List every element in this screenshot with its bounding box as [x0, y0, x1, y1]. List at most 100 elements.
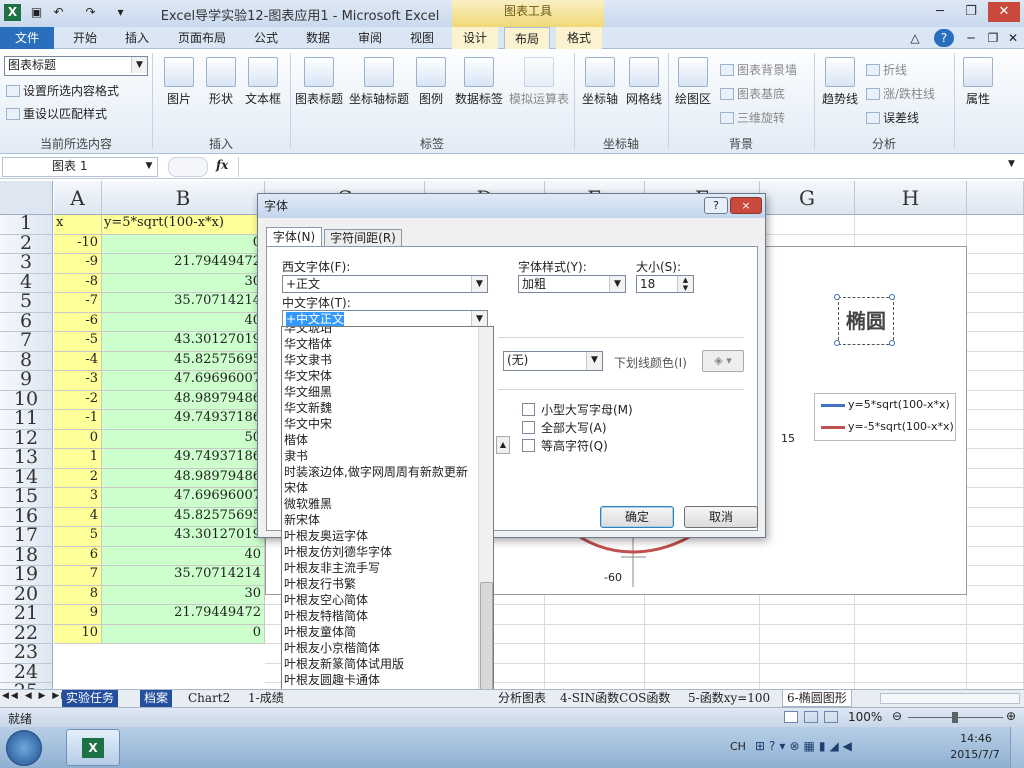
cell[interactable] [967, 293, 1024, 313]
normal-view-icon[interactable] [784, 711, 798, 723]
clock-time[interactable]: 14:46 [952, 732, 1000, 745]
font-list-item[interactable]: 时装滚边体,做字网周周有新款更新 [284, 464, 468, 480]
cell[interactable] [967, 585, 1024, 605]
cell[interactable] [967, 624, 1024, 644]
font-list-item[interactable]: 华文隶书 [284, 352, 332, 368]
small-caps-checkbox[interactable] [522, 403, 535, 416]
trendline-button[interactable]: 趋势线 [818, 57, 862, 107]
cell-b20[interactable]: 30 [102, 585, 265, 605]
zoom-in-icon[interactable]: ⊕ [1006, 709, 1016, 723]
cell[interactable] [545, 624, 645, 644]
cell-b21[interactable]: 21.79449472 [102, 605, 265, 625]
row-header-21[interactable]: 21 [0, 605, 53, 625]
cell-a17[interactable]: 5 [54, 527, 102, 547]
taskbar-excel-button[interactable]: X [66, 729, 120, 766]
font-list-item[interactable]: 楷体 [284, 432, 308, 448]
row-header-6[interactable]: 6 [0, 312, 53, 332]
cell[interactable] [967, 429, 1024, 449]
row-header-13[interactable]: 13 [0, 449, 53, 469]
properties-button[interactable]: 属性 [958, 57, 998, 107]
tab-review[interactable]: 审阅 [348, 27, 392, 49]
cell-b10[interactable]: 48.98979486 [102, 390, 265, 410]
data-labels-button[interactable]: 数据标签 [452, 57, 506, 107]
spinner-arrows-icon[interactable]: ▲ ▼ [677, 276, 693, 292]
cell-b11[interactable]: 49.74937186 [102, 410, 265, 430]
cell-a18[interactable]: 6 [54, 546, 102, 566]
start-button-icon[interactable] [6, 730, 42, 766]
font-list-item[interactable]: 叶根友仿刘德华字体 [284, 544, 392, 560]
cell[interactable] [645, 644, 760, 664]
row-header-16[interactable]: 16 [0, 507, 53, 527]
cell-b13[interactable]: 49.74937186 [102, 449, 265, 469]
ok-button[interactable]: 确定 [600, 506, 674, 528]
col-header-b[interactable]: B [102, 181, 265, 215]
cell[interactable] [967, 410, 1024, 430]
cell-b2[interactable]: 0 [102, 234, 265, 254]
gridlines-button[interactable]: 网格线 [622, 57, 666, 107]
tab-layout[interactable]: 布局 [504, 27, 550, 50]
tray-icons[interactable]: ⊞?▾⊗▦▮◢◀ [755, 739, 856, 753]
font-list-item[interactable]: 叶根友童体简 [284, 624, 356, 640]
zoom-level[interactable]: 100% [848, 710, 882, 724]
latin-font-combo[interactable]: +正文 ▼ [282, 275, 488, 293]
chart-title[interactable]: 椭圆 [838, 297, 894, 345]
row-header-1[interactable]: 1 [0, 215, 53, 235]
font-list-item[interactable]: 叶根友行书繁 [284, 576, 356, 592]
equalize-height-checkbox[interactable] [522, 439, 535, 452]
cell-a12[interactable]: 0 [54, 429, 102, 449]
cell[interactable] [967, 390, 1024, 410]
row-header-4[interactable]: 4 [0, 273, 53, 293]
underline-style-combo[interactable]: (无) ▼ [503, 351, 603, 371]
font-list-item[interactable]: 叶根友非主流手写 [284, 560, 380, 576]
cell[interactable] [855, 624, 967, 644]
row-header-8[interactable]: 8 [0, 351, 53, 371]
cell-a4[interactable]: -8 [54, 273, 102, 293]
resize-handle[interactable] [889, 340, 895, 346]
insert-textbox-button[interactable]: 文本框 [242, 57, 284, 107]
cell-a21[interactable]: 9 [54, 605, 102, 625]
font-list-item[interactable]: 华文新魏 [284, 400, 332, 416]
cell-b9[interactable]: 47.69696007 [102, 371, 265, 391]
wb-close-icon[interactable]: ✕ [1004, 27, 1022, 49]
cell[interactable] [967, 644, 1024, 664]
chart-floor-button[interactable]: 图表基底 [720, 85, 785, 102]
fx-icon[interactable]: fx [216, 158, 228, 172]
chart-elements-dropdown[interactable]: 图表标题 ▼ [4, 56, 148, 76]
tab-home[interactable]: 开始 [62, 27, 108, 49]
zoom-out-icon[interactable]: ⊖ [892, 709, 902, 723]
wb-restore-icon[interactable]: ❐ [984, 27, 1002, 49]
minimize-ribbon-icon[interactable]: △ [906, 27, 924, 49]
cell-a3[interactable]: -9 [54, 254, 102, 274]
cell-a11[interactable]: -1 [54, 410, 102, 430]
resize-handle[interactable] [889, 294, 895, 300]
tab-font[interactable]: 字体(N) [266, 227, 322, 247]
tab-page-layout[interactable]: 页面布局 [168, 27, 236, 49]
tab-file[interactable]: 文件 [0, 27, 54, 49]
cell-b4[interactable]: 30 [102, 273, 265, 293]
cell-a20[interactable]: 8 [54, 585, 102, 605]
cell-a9[interactable]: -3 [54, 371, 102, 391]
font-list-item[interactable]: 华文楷体 [284, 336, 332, 352]
sheet-tab-sin-cos[interactable]: 4-SIN函数COS函数 [556, 690, 674, 707]
cell-b16[interactable]: 45.82575695 [102, 507, 265, 527]
cell[interactable] [967, 605, 1024, 625]
col-header-g[interactable]: G [760, 181, 855, 215]
tab-formulas[interactable]: 公式 [244, 27, 288, 49]
tab-char-spacing[interactable]: 字符间距(R) [324, 229, 402, 247]
cell[interactable] [760, 644, 855, 664]
cell-b22[interactable]: 0 [102, 624, 265, 644]
cell[interactable] [855, 605, 967, 625]
cell-b3[interactable]: 21.79449472 [102, 254, 265, 274]
cell-b14[interactable]: 48.98979486 [102, 468, 265, 488]
cell-a19[interactable]: 7 [54, 566, 102, 586]
cell-b6[interactable]: 40 [102, 312, 265, 332]
cell-a6[interactable]: -6 [54, 312, 102, 332]
row-header-10[interactable]: 10 [0, 390, 53, 410]
minimize-icon[interactable]: ─ [926, 2, 954, 22]
zoom-slider-thumb[interactable] [952, 712, 958, 723]
font-list-item[interactable]: 微软雅黑 [284, 496, 332, 512]
all-caps-checkbox[interactable] [522, 421, 535, 434]
row-header-5[interactable]: 5 [0, 293, 53, 313]
font-list-item[interactable]: 叶根友特楷简体 [284, 608, 368, 624]
cell[interactable] [760, 663, 855, 683]
